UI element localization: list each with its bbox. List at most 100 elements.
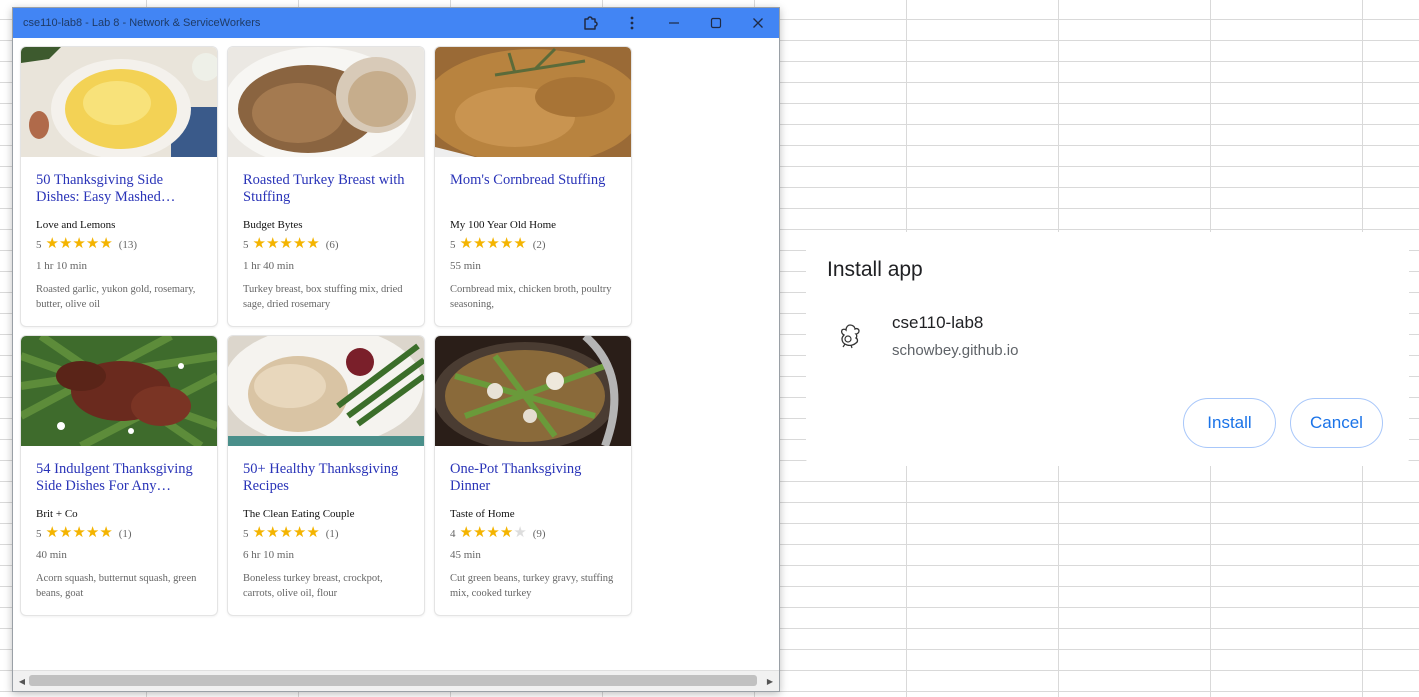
recipe-ingredients: Acorn squash, butternut squash, green be… (36, 573, 197, 599)
close-button[interactable] (737, 8, 779, 38)
app-window: cse110-lab8 - Lab 8 - Network & ServiceW… (12, 7, 780, 692)
star-icon: ★ (72, 525, 86, 541)
recipe-org: My 100 Year Old Home (450, 219, 557, 231)
rating-score: 5 (450, 238, 456, 251)
star-icon: ★ (472, 525, 487, 541)
horizontal-scrollbar[interactable]: ◀ ▶ (13, 670, 779, 691)
star-icon: ★ (459, 525, 473, 541)
star-icon: ★ (72, 236, 86, 252)
recipe-time: 45 min (450, 549, 481, 561)
star-icon: ★ (486, 236, 500, 252)
recipe-rating: 5 ★ ★ ★ ★ ★ (1) (36, 526, 132, 541)
puzzle-icon (584, 16, 598, 30)
recipe-card[interactable]: Roasted Turkey Breast with Stuffing Budg… (227, 46, 425, 327)
app-name: cse110-lab8 (892, 313, 984, 332)
star-icon: ★ (58, 236, 73, 252)
star-icon: ★ (99, 525, 113, 541)
scroll-right-icon[interactable]: ▶ (763, 671, 777, 691)
maximize-button[interactable] (695, 8, 737, 38)
recipe-org: Brit + Co (36, 508, 78, 520)
star-icon: ★ (292, 525, 307, 541)
cancel-button[interactable]: Cancel (1290, 398, 1383, 448)
star-icon: ★ (486, 525, 500, 541)
recipe-time: 55 min (450, 260, 481, 272)
recipe-title[interactable]: One-Pot Thanksgiving Dinner (450, 461, 620, 495)
star-icon: ★ (252, 525, 266, 541)
star-icon: ★ (499, 525, 514, 541)
rating-count: (13) (118, 238, 138, 251)
star-icon: ★ (279, 525, 293, 541)
rating-stars: ★ ★ ★ ★ ★ (253, 526, 320, 541)
star-icon: ★ (513, 236, 527, 252)
close-icon (753, 18, 763, 28)
rating-stars: ★ ★ ★ ★ ★ (253, 237, 320, 252)
star-icon: ★ (45, 236, 59, 252)
recipe-image (228, 336, 424, 446)
recipe-time: 40 min (36, 549, 67, 561)
rating-count: (2) (532, 238, 546, 251)
menu-button[interactable] (611, 8, 653, 38)
recipe-title[interactable]: 50+ Healthy Thanksgiving Recipes (243, 461, 413, 495)
recipe-org: The Clean Eating Couple (243, 508, 355, 520)
minimize-icon (669, 22, 679, 24)
recipe-org: Taste of Home (450, 508, 515, 520)
rating-count: (1) (118, 527, 132, 540)
turkey-icon (840, 324, 860, 349)
rating-score: 5 (243, 527, 249, 540)
star-icon: ★ (58, 525, 73, 541)
recipe-ingredients: Turkey breast, box stuffing mix, dried s… (243, 284, 403, 310)
rating-count: (1) (325, 527, 339, 540)
maximize-icon (710, 17, 722, 29)
rating-stars: ★ ★ ★ ★ ★ (46, 526, 113, 541)
star-icon: ★ (499, 236, 514, 252)
star-icon: ★ (85, 525, 100, 541)
recipe-rating: 5 ★ ★ ★ ★ ★ (6) (243, 237, 339, 252)
minimize-button[interactable] (653, 8, 695, 38)
star-icon: ★ (45, 525, 59, 541)
app-origin: schowbey.github.io (892, 342, 1019, 359)
titlebar: cse110-lab8 - Lab 8 - Network & ServiceW… (13, 8, 779, 38)
rating-stars: ★ ★ ★ ★ ★ (460, 526, 527, 541)
recipe-card[interactable]: 50 Thanksgiving Side Dishes: Easy Mashed… (20, 46, 218, 327)
rating-score: 5 (36, 527, 42, 540)
more-vert-icon (630, 16, 634, 30)
recipe-time: 6 hr 10 min (243, 549, 295, 561)
recipe-image (228, 47, 424, 157)
recipe-rating: 5 ★ ★ ★ ★ ★ (2) (450, 237, 546, 252)
recipe-time: 1 hr 40 min (243, 260, 295, 272)
recipe-title[interactable]: 54 Indulgent Thanksgiving Side Dishes Fo… (36, 461, 206, 495)
star-icon: ★ (306, 525, 320, 541)
extensions-button[interactable] (569, 8, 611, 38)
recipe-card[interactable]: Mom's Cornbread Stuffing My 100 Year Old… (434, 46, 632, 327)
star-icon: ★ (265, 525, 280, 541)
rating-count: (6) (325, 238, 339, 251)
scroll-left-icon[interactable]: ◀ (15, 671, 29, 691)
recipe-ingredients: Cornbread mix, chicken broth, poultry se… (450, 284, 612, 310)
star-icon: ★ (472, 236, 487, 252)
recipe-card[interactable]: 50+ Healthy Thanksgiving Recipes The Cle… (227, 335, 425, 616)
rating-count: (9) (532, 527, 546, 540)
recipe-time: 1 hr 10 min (36, 260, 88, 272)
star-icon: ★ (292, 236, 307, 252)
recipe-ingredients: Cut green beans, turkey gravy, stuffing … (450, 573, 614, 599)
rating-score: 5 (36, 238, 42, 251)
recipe-title[interactable]: Mom's Cornbread Stuffing (450, 172, 620, 189)
recipe-card[interactable]: 54 Indulgent Thanksgiving Side Dishes Fo… (20, 335, 218, 616)
recipe-title[interactable]: 50 Thanksgiving Side Dishes: Easy Mashed… (36, 172, 206, 206)
recipe-image (435, 47, 631, 157)
recipe-ingredients: Boneless turkey breast, crockpot, carrot… (243, 573, 383, 599)
star-icon: ★ (459, 236, 473, 252)
recipe-grid: 50 Thanksgiving Side Dishes: Easy Mashed… (13, 39, 779, 671)
recipe-card[interactable]: One-Pot Thanksgiving Dinner Taste of Hom… (434, 335, 632, 616)
recipe-title[interactable]: Roasted Turkey Breast with Stuffing (243, 172, 413, 206)
star-icon: ★ (99, 236, 113, 252)
rating-score: 4 (450, 527, 456, 540)
recipe-rating: 4 ★ ★ ★ ★ ★ (9) (450, 526, 546, 541)
rating-stars: ★ ★ ★ ★ ★ (46, 237, 113, 252)
install-button[interactable]: Install (1183, 398, 1276, 448)
recipe-org: Love and Lemons (36, 219, 116, 231)
scrollbar-thumb[interactable] (29, 675, 757, 686)
recipe-org: Budget Bytes (243, 219, 303, 231)
star-icon: ★ (279, 236, 293, 252)
recipe-ingredients: Roasted garlic, yukon gold, rosemary, bu… (36, 284, 196, 310)
